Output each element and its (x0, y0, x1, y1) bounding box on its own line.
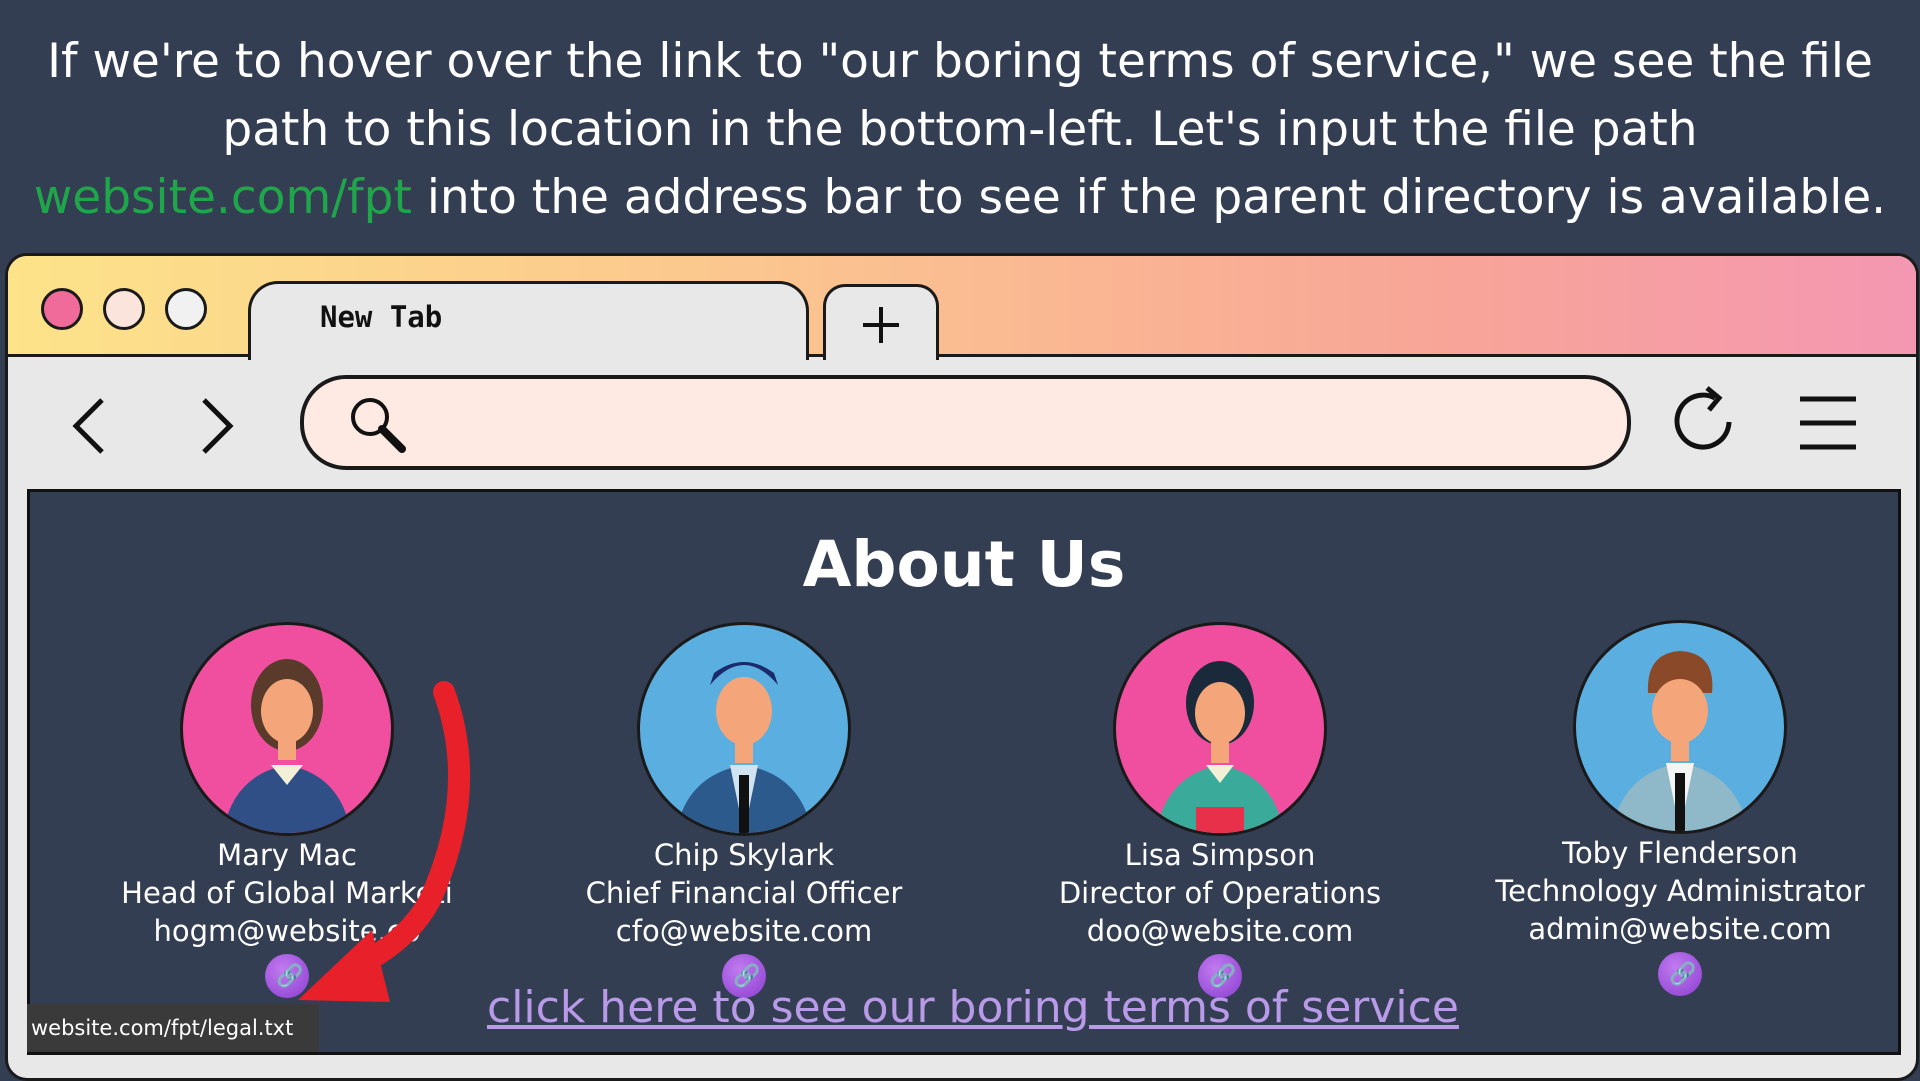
member-role: Director of Operations (1058, 876, 1382, 910)
avatar-illustration (1156, 661, 1284, 833)
forward-button[interactable] (196, 396, 236, 456)
member-email[interactable]: admin@website.com (1470, 910, 1890, 948)
team-card: Toby Flenderson Technology Administrator… (1470, 620, 1890, 996)
back-button[interactable] (70, 396, 110, 456)
maximize-window-button[interactable] (165, 288, 207, 330)
new-tab-button[interactable] (823, 284, 939, 360)
member-name: Chip Skylark (653, 838, 835, 872)
close-window-button[interactable] (41, 288, 83, 330)
status-bar-url: website.com/fpt/legal.txt (27, 1004, 319, 1052)
address-bar[interactable] (300, 375, 1631, 470)
avatar-illustration (676, 662, 812, 833)
member-name: Toby Flenderson (1562, 836, 1798, 870)
avatar-illustration (1612, 651, 1748, 831)
member-email[interactable]: doo@website.com (1010, 912, 1430, 950)
avatar (637, 622, 851, 836)
avatar (1113, 622, 1327, 836)
minimize-window-button[interactable] (103, 288, 145, 330)
member-role: Chief Financial Officer (585, 876, 903, 910)
menu-icon[interactable] (1798, 393, 1858, 453)
link-icon[interactable]: 🔗 (1658, 952, 1702, 996)
team-card: Chip Skylark Chief Financial Officer cfo… (534, 622, 954, 998)
caption: If we're to hover over the link to "our … (0, 28, 1920, 232)
caption-line-3: website.com/fpt into the address bar to … (0, 164, 1920, 232)
tab-label: New Tab (320, 300, 443, 334)
reload-icon[interactable] (1671, 384, 1741, 459)
member-role: Technology Administrator (1495, 874, 1865, 908)
caption-line-2: path to this location in the bottom-left… (222, 102, 1698, 157)
caption-line-3-rest: into the address bar to see if the paren… (411, 170, 1887, 225)
member-email[interactable]: cfo@website.com (534, 912, 954, 950)
page-title: About Us (802, 528, 1126, 601)
team-card: Lisa Simpson Director of Operations doo@… (1010, 622, 1430, 998)
plus-icon (863, 307, 899, 343)
terms-of-service-link[interactable]: click here to see our boring terms of se… (487, 982, 1459, 1033)
search-icon (351, 398, 406, 453)
red-arrow-annotation (298, 681, 471, 1002)
caption-line-1: If we're to hover over the link to "our … (47, 34, 1873, 89)
title-bar: New Tab (8, 256, 1916, 360)
member-name: Lisa Simpson (1124, 838, 1316, 872)
caption-highlight: website.com/fpt (33, 170, 412, 225)
avatar (1573, 620, 1787, 834)
